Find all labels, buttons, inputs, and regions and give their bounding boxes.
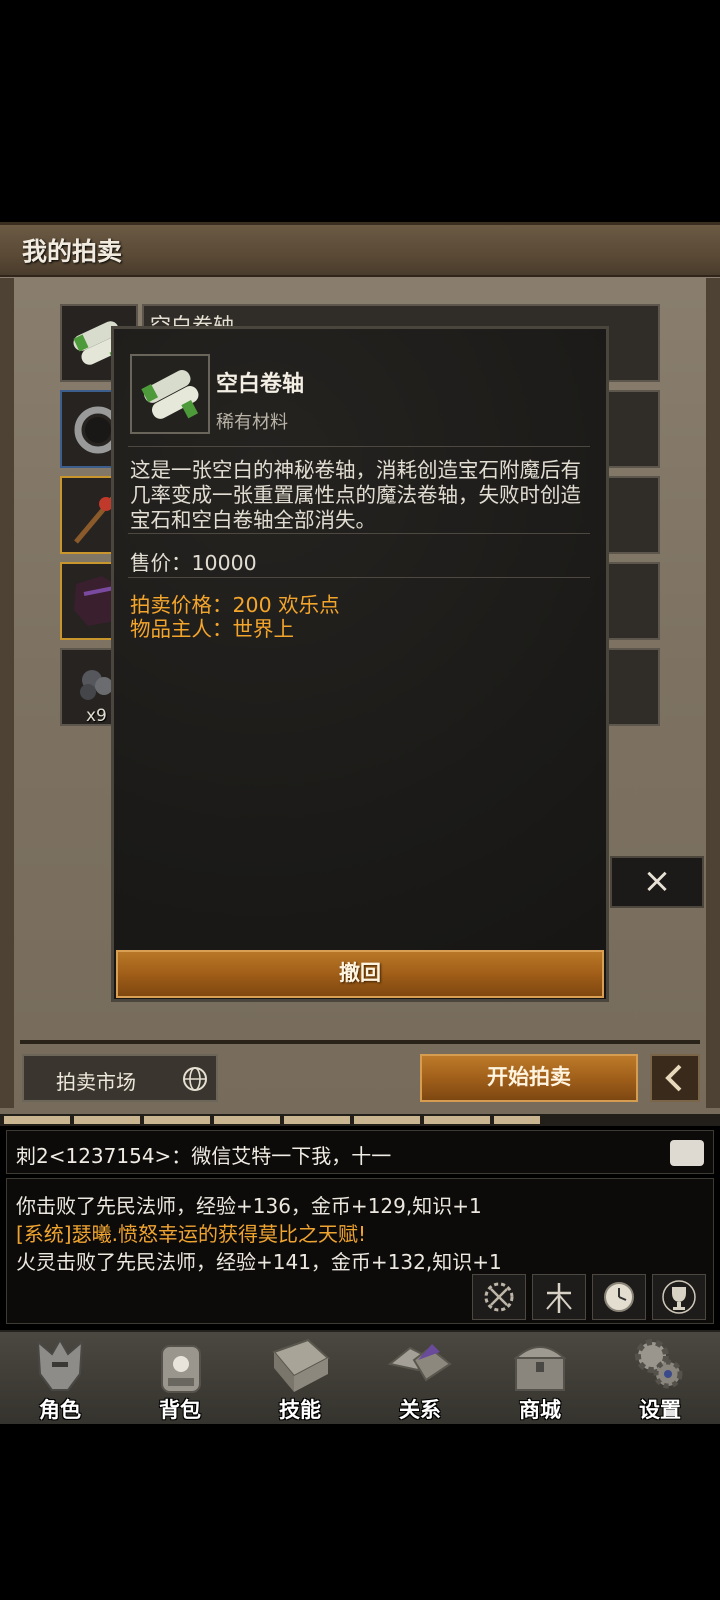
combat-gear-icon (484, 1282, 514, 1312)
nav-label: 商城 (519, 1398, 561, 1422)
nav-label: 设置 (639, 1398, 681, 1422)
divider (128, 533, 590, 534)
strip-segment (214, 1116, 280, 1124)
nav-item-shop[interactable]: 商城 (480, 1330, 600, 1422)
nav-item-relations[interactable]: 关系 (360, 1330, 480, 1422)
trophy-button[interactable] (652, 1274, 706, 1320)
helmet-icon (36, 1337, 84, 1391)
auction-market-label: 拍卖市场 (56, 1070, 136, 1094)
page-title: 我的拍卖 (22, 237, 123, 266)
clock-icon (604, 1282, 634, 1312)
strip-segment (144, 1116, 210, 1124)
globe-icon (183, 1067, 207, 1091)
treasure-chest-icon (513, 1346, 567, 1391)
strip-segment (284, 1116, 350, 1124)
nav-label: 角色 (39, 1398, 81, 1422)
strip-segment (4, 1116, 70, 1124)
nav-label: 关系 (399, 1398, 441, 1422)
chat-bubble-icon[interactable] (670, 1140, 704, 1166)
start-auction-button[interactable]: 开始拍卖 (420, 1054, 638, 1102)
divider (20, 1040, 700, 1044)
item-icon (130, 354, 210, 434)
scroll-icon (141, 370, 199, 419)
stack-quantity: x9 (86, 706, 107, 726)
sell-price: 售价：10000 (130, 551, 257, 575)
strip-segment (74, 1116, 140, 1124)
nav-item-character[interactable]: 角色 (0, 1330, 120, 1422)
close-button[interactable]: × (610, 856, 704, 908)
handshake-icon (387, 1344, 452, 1382)
skill-book-icon (272, 1338, 330, 1392)
divider (128, 577, 590, 578)
clock-button[interactable] (592, 1274, 646, 1320)
chat-line-system: [系统]瑟曦.愤怒幸运的获得莫比之天赋! (16, 1222, 366, 1246)
backpack-icon (161, 1345, 201, 1393)
strip-segment (424, 1116, 490, 1124)
item-description: 这是一张空白的神秘卷轴，消耗创造宝石附魔后有几率变成一张重置属性点的魔法卷轴，失… (130, 458, 581, 532)
close-icon: × (642, 861, 672, 901)
nav-item-settings[interactable]: 设置 (600, 1330, 720, 1422)
nav-item-skills[interactable]: 技能 (240, 1330, 360, 1422)
combat-gear-button[interactable] (472, 1274, 526, 1320)
item-owner: 物品主人：世界上 (130, 617, 294, 641)
trophy-icon (662, 1280, 696, 1314)
strip-segment (494, 1116, 540, 1124)
nav-label: 背包 (159, 1398, 201, 1422)
panel-right-rail (706, 278, 720, 1108)
chat-line: 你击败了先民法师，经验+136，金币+129,知识+1 (16, 1194, 482, 1218)
chat-line: 火灵击败了先民法师，经验+141，金币+132,知识+1 (16, 1250, 502, 1274)
back-button[interactable] (650, 1054, 700, 1102)
divider (128, 446, 590, 447)
nav-label: 技能 (279, 1398, 321, 1422)
latest-chat-message: 刺2<1237154>：微信艾特一下我，十一 (16, 1144, 392, 1168)
panel-left-rail (0, 278, 14, 1108)
item-name: 空白卷轴 (216, 372, 305, 397)
chevron-left-icon (665, 1064, 682, 1092)
gear-icon (635, 1339, 683, 1389)
tree-button[interactable] (532, 1274, 586, 1320)
strip-segment (354, 1116, 420, 1124)
nav-item-backpack[interactable]: 背包 (120, 1330, 240, 1422)
revoke-button[interactable]: 撤回 (116, 950, 604, 998)
tree-icon (546, 1283, 572, 1313)
item-rarity: 稀有材料 (216, 412, 288, 433)
